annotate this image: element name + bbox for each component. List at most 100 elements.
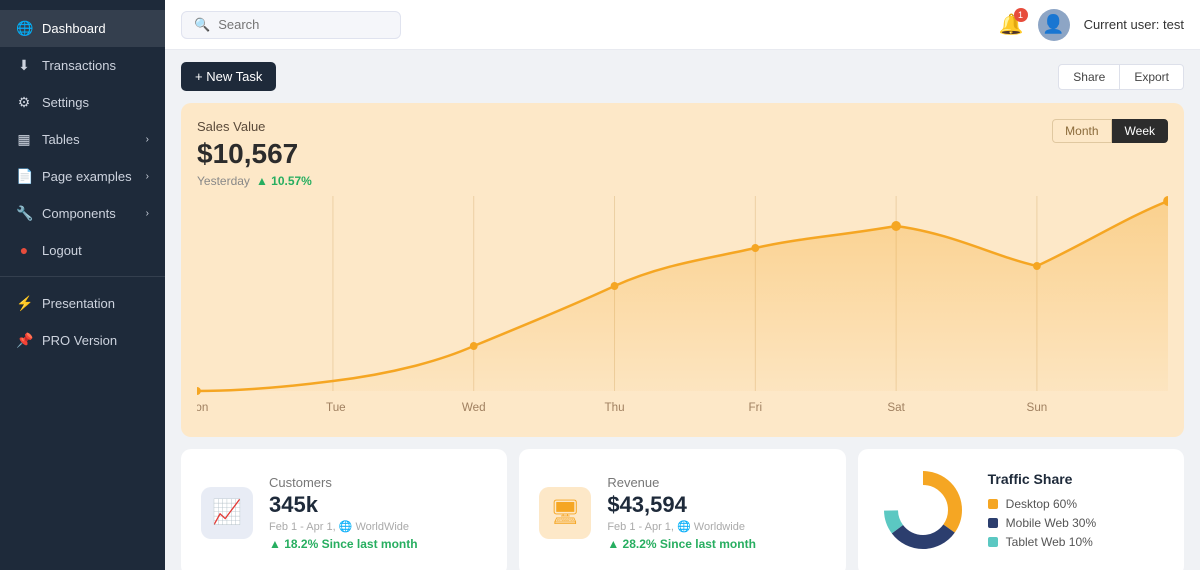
customers-icon-box: 📈 — [201, 487, 253, 539]
avatar: 👤 — [1038, 9, 1070, 41]
sales-chart-svg: Mon Tue Wed Thu Fri Sat Sun — [197, 196, 1168, 416]
chart-label-thu: Thu — [605, 400, 625, 414]
lightning-icon: ⚡ — [16, 295, 32, 312]
revenue-change: ▲ 28.2% Since last month — [607, 537, 825, 551]
sidebar-label: Settings — [42, 95, 89, 110]
sales-title: Sales Value — [197, 119, 1168, 134]
chart-label-sun: Sun — [1027, 400, 1048, 414]
legend-dot-desktop — [988, 499, 998, 509]
revenue-label: Revenue — [607, 475, 825, 490]
sidebar-label: PRO Version — [42, 333, 117, 348]
sidebar-label: Components — [42, 206, 116, 221]
sidebar-label: Page examples — [42, 169, 132, 184]
customers-label: Customers — [269, 475, 487, 490]
sidebar-label: Dashboard — [42, 21, 106, 36]
chart-area: Mon Tue Wed Thu Fri Sat Sun — [197, 196, 1168, 421]
sales-chart-card: Sales Value $10,567 Yesterday ▲ 10.57% M… — [181, 103, 1184, 437]
chart-label-wed: Wed — [462, 400, 486, 414]
customers-icon: 📈 — [212, 498, 242, 527]
search-icon: 🔍 — [194, 17, 210, 33]
chart-label-fri: Fri — [749, 400, 763, 414]
chart-label-mon: Mon — [197, 400, 208, 414]
sidebar-item-page-examples[interactable]: 📄 Page examples › — [0, 158, 165, 195]
sidebar-item-dashboard[interactable]: 🌐 Dashboard — [0, 10, 165, 47]
toolbar: + New Task Share Export — [181, 62, 1184, 91]
logout-icon: ● — [16, 242, 32, 258]
components-icon: 🔧 — [16, 205, 32, 222]
donut-chart — [878, 465, 968, 560]
stats-row: 📈 Customers 345k Feb 1 - Apr 1, 🌐 WorldW… — [181, 449, 1184, 570]
notification-button[interactable]: 🔔 1 — [999, 12, 1024, 37]
export-button[interactable]: Export — [1120, 64, 1184, 90]
legend-dot-mobile — [988, 518, 998, 528]
legend-mobile: Mobile Web 30% — [988, 516, 1164, 530]
revenue-card: 🖥 Revenue $43,594 Feb 1 - Apr 1, 🌐 World… — [519, 449, 845, 570]
chevron-right-icon: › — [146, 208, 149, 219]
toggle-month-button[interactable]: Month — [1052, 119, 1111, 143]
chart-dot — [197, 387, 201, 395]
sidebar-item-settings[interactable]: ⚙ Settings — [0, 84, 165, 121]
chart-toggle-group: Month Week — [1052, 119, 1168, 143]
chart-label-tue: Tue — [326, 400, 346, 414]
legend-label-desktop: Desktop 60% — [1006, 497, 1077, 511]
chevron-right-icon: › — [146, 134, 149, 145]
legend-label-mobile: Mobile Web 30% — [1006, 516, 1097, 530]
tables-icon: ▦ — [16, 131, 32, 148]
traffic-card: Traffic Share Desktop 60% Mobile Web 30%… — [858, 449, 1184, 570]
customers-card: 📈 Customers 345k Feb 1 - Apr 1, 🌐 WorldW… — [181, 449, 507, 570]
sidebar-item-components[interactable]: 🔧 Components › — [0, 195, 165, 232]
sidebar-label: Tables — [42, 132, 80, 147]
customers-value: 345k — [269, 492, 487, 518]
revenue-period: Feb 1 - Apr 1, 🌐 Worldwide — [607, 520, 825, 533]
sidebar-label: Logout — [42, 243, 82, 258]
header-right: 🔔 1 👤 Current user: test — [999, 9, 1184, 41]
user-name: Current user: test — [1084, 17, 1184, 32]
new-task-button[interactable]: + New Task — [181, 62, 276, 91]
share-button[interactable]: Share — [1058, 64, 1120, 90]
revenue-info: Revenue $43,594 Feb 1 - Apr 1, 🌐 Worldwi… — [607, 475, 825, 551]
transactions-icon: ⬇ — [16, 57, 32, 74]
revenue-icon-box: 🖥 — [539, 487, 591, 539]
search-box[interactable]: 🔍 — [181, 11, 401, 39]
dashboard-icon: 🌐 — [16, 20, 32, 37]
chart-fill — [197, 201, 1168, 391]
sidebar-item-presentation[interactable]: ⚡ Presentation — [0, 285, 165, 322]
sidebar-item-tables[interactable]: ▦ Tables › — [0, 121, 165, 158]
donut-svg — [878, 465, 968, 555]
legend-label-tablet: Tablet Web 10% — [1006, 535, 1093, 549]
traffic-info: Traffic Share Desktop 60% Mobile Web 30%… — [988, 471, 1164, 554]
sales-period: Yesterday — [197, 174, 250, 188]
page-icon: 📄 — [16, 168, 32, 185]
sidebar-item-logout[interactable]: ● Logout — [0, 232, 165, 268]
chart-dot — [751, 244, 759, 252]
toolbar-actions: Share Export — [1058, 64, 1184, 90]
customers-period: Feb 1 - Apr 1, 🌐 WorldWide — [269, 520, 487, 533]
customers-info: Customers 345k Feb 1 - Apr 1, 🌐 WorldWid… — [269, 475, 487, 551]
header: 🔍 🔔 1 👤 Current user: test — [165, 0, 1200, 50]
sidebar: 🌐 Dashboard ⬇ Transactions ⚙ Settings ▦ … — [0, 0, 165, 570]
sidebar-item-pro[interactable]: 📌 PRO Version — [0, 322, 165, 359]
traffic-title: Traffic Share — [988, 471, 1164, 487]
sidebar-label: Presentation — [42, 296, 115, 311]
sales-pct-change: ▲ 10.57% — [256, 174, 312, 188]
customers-change: ▲ 18.2% Since last month — [269, 537, 487, 551]
legend-tablet: Tablet Web 10% — [988, 535, 1164, 549]
pro-icon: 📌 — [16, 332, 32, 349]
revenue-icon: 🖥 — [550, 498, 580, 527]
sales-value: $10,567 — [197, 138, 1168, 170]
search-input[interactable] — [218, 17, 388, 32]
sidebar-item-transactions[interactable]: ⬇ Transactions — [0, 47, 165, 84]
sidebar-label: Transactions — [42, 58, 116, 73]
sales-subtitle: Yesterday ▲ 10.57% — [197, 174, 1168, 188]
notification-badge: 1 — [1014, 8, 1028, 22]
legend-desktop: Desktop 60% — [988, 497, 1164, 511]
main-content: 🔍 🔔 1 👤 Current user: test + New Task Sh… — [165, 0, 1200, 570]
toggle-week-button[interactable]: Week — [1112, 119, 1168, 143]
chart-dot — [611, 282, 619, 290]
settings-icon: ⚙ — [16, 94, 32, 111]
legend-dot-tablet — [988, 537, 998, 547]
chart-label-sat: Sat — [887, 400, 905, 414]
chart-dot — [1033, 262, 1041, 270]
revenue-value: $43,594 — [607, 492, 825, 518]
chevron-right-icon: › — [146, 171, 149, 182]
